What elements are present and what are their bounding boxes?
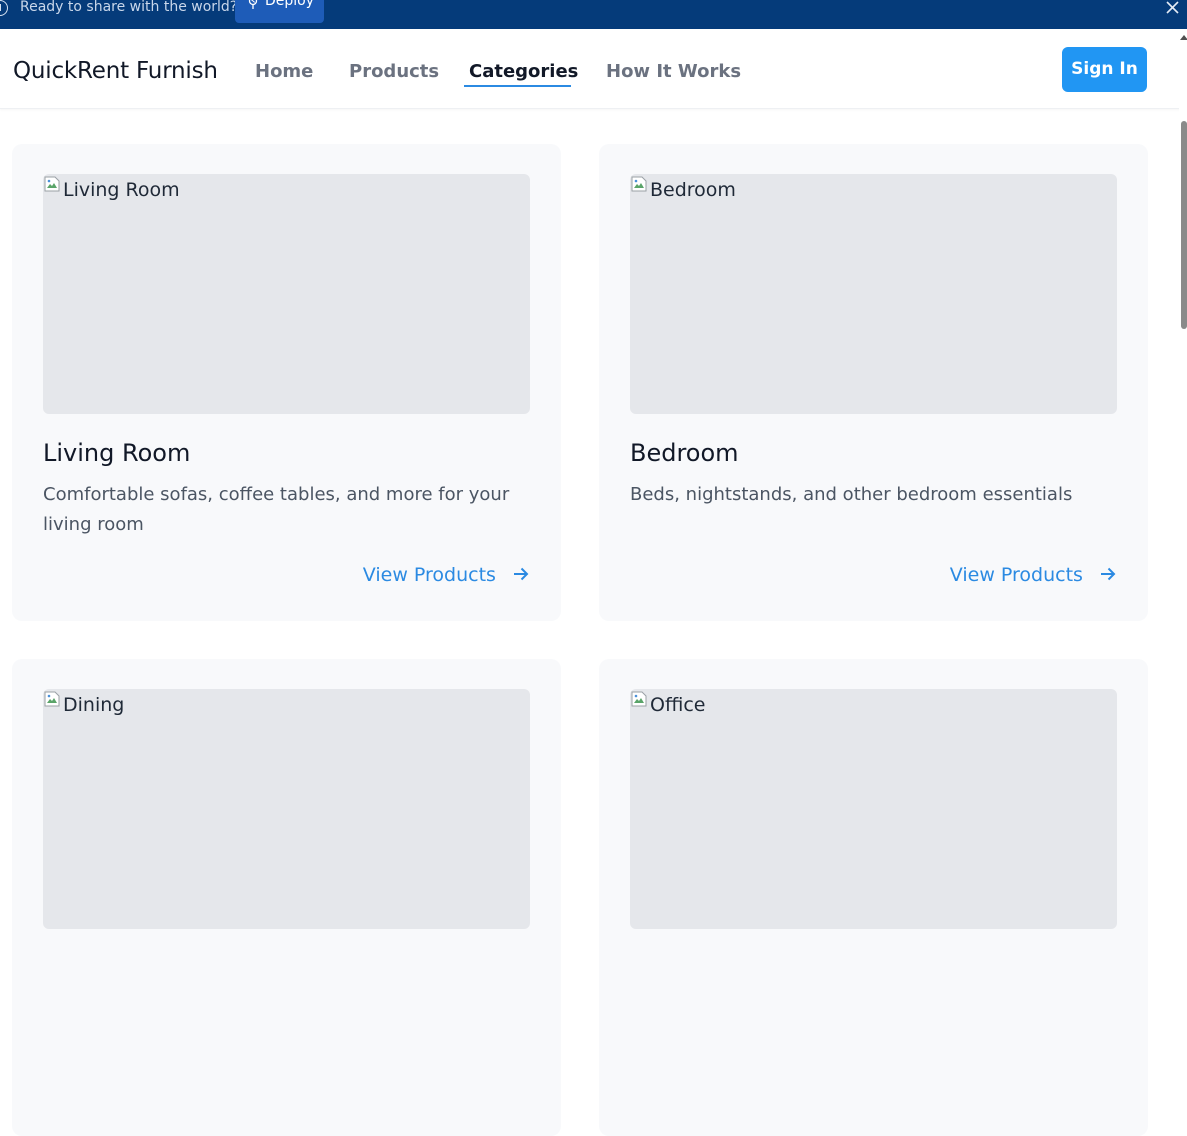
category-title: Living Room	[43, 439, 191, 467]
image-alt-text: Office	[650, 694, 706, 716]
brand-logo[interactable]: QuickRent Furnish	[13, 56, 218, 86]
broken-image-icon	[631, 176, 647, 192]
nav-products[interactable]: Products	[349, 61, 439, 83]
image-alt-text: Bedroom	[650, 179, 736, 201]
broken-image-icon	[631, 691, 647, 707]
deploy-banner: Ready to share with the world? Deploy	[0, 0, 1187, 29]
sign-in-button[interactable]: Sign In	[1062, 47, 1147, 92]
broken-image-icon	[44, 176, 60, 192]
image-alt-text: Dining	[63, 694, 125, 716]
broken-image-icon	[44, 691, 60, 707]
deploy-button[interactable]: Deploy	[235, 0, 324, 23]
category-image: Bedroom	[630, 174, 1117, 414]
nav-categories[interactable]: Categories	[469, 61, 578, 83]
category-card-office: Office	[599, 659, 1148, 1136]
category-title: Bedroom	[630, 439, 739, 467]
category-description: Beds, nightstands, and other bedroom ess…	[630, 484, 1073, 505]
scrollbar-thumb[interactable]	[1181, 121, 1187, 329]
category-image: Living Room	[43, 174, 530, 414]
category-image: Dining	[43, 689, 530, 929]
close-icon[interactable]	[1164, 0, 1180, 16]
view-products-label: View Products	[362, 564, 496, 586]
category-card-dining: Dining	[12, 659, 561, 1136]
view-products-link[interactable]: View Products	[363, 563, 530, 587]
category-image: Office	[630, 689, 1117, 929]
nav-how-it-works[interactable]: How It Works	[606, 61, 741, 83]
active-nav-indicator	[464, 85, 571, 87]
category-card-living-room: Living Room Living Room Comfortable sofa…	[12, 144, 561, 621]
deploy-label: Deploy	[265, 0, 315, 9]
banner-text: Ready to share with the world?	[20, 0, 238, 15]
category-card-bedroom: Bedroom Bedroom Beds, nightstands, and o…	[599, 144, 1148, 621]
view-products-label: View Products	[949, 564, 1083, 586]
arrow-right-icon	[1101, 567, 1116, 581]
image-alt-text: Living Room	[63, 179, 180, 201]
site-header: QuickRent Furnish Home Products Categori…	[0, 29, 1187, 109]
scroll-up-icon[interactable]	[1180, 35, 1187, 40]
arrow-right-icon	[514, 567, 529, 581]
view-products-link[interactable]: View Products	[950, 563, 1117, 587]
deploy-icon	[248, 0, 258, 9]
nav-home[interactable]: Home	[255, 61, 313, 83]
category-description: Comfortable sofas, coffee tables, and mo…	[43, 484, 510, 535]
info-icon	[0, 0, 8, 16]
